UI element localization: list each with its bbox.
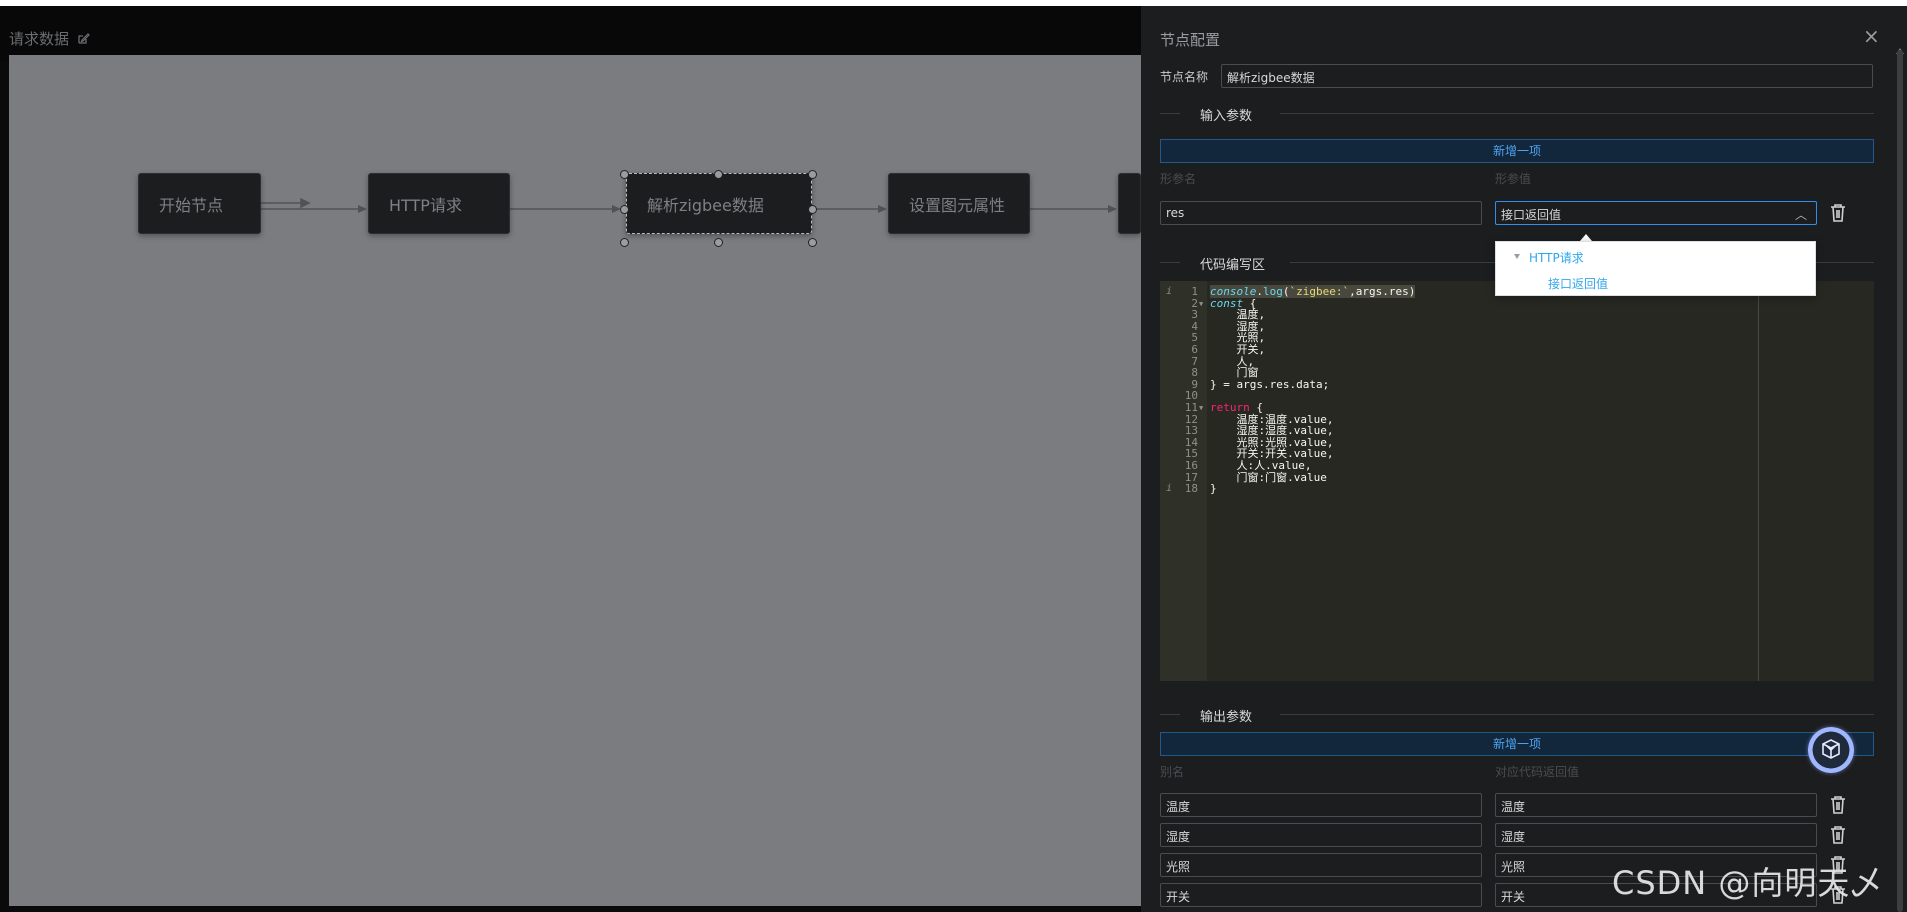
resize-handle[interactable] xyxy=(808,205,817,214)
resize-handle[interactable] xyxy=(808,170,817,179)
flow-node-label: 设置图元属性 xyxy=(909,195,1006,215)
add-output-param-button[interactable]: 新增一项 xyxy=(1160,732,1874,756)
output-alias-field[interactable]: 温度 xyxy=(1160,793,1482,817)
input-param-value-select[interactable]: 接口返回值 ︿ xyxy=(1495,201,1817,225)
resize-handle[interactable] xyxy=(808,238,817,247)
flow-node-start[interactable]: 开始节点 xyxy=(138,173,261,234)
output-return-field[interactable]: 湿度 xyxy=(1495,823,1817,847)
resize-handle[interactable] xyxy=(620,170,629,179)
watermark: CSDN @向明天乄 xyxy=(1612,864,1884,902)
node-name-input[interactable]: 解析zigbee数据 xyxy=(1221,64,1873,88)
input-param-name-field[interactable]: res xyxy=(1160,201,1482,225)
code-section-title: 代码编写区 xyxy=(1200,258,1266,273)
line-number: 18 xyxy=(1184,482,1198,496)
node-config-panel: 节点配置 × 节点名称 解析zigbee数据 输入参数 新增一项 形参名 形参值… xyxy=(1141,6,1893,912)
dropdown-group-http[interactable]: HTTP请求 xyxy=(1529,249,1584,266)
node-name-label: 节点名称 xyxy=(1160,70,1209,84)
code-text: } xyxy=(1210,482,1217,496)
input-params-section: 输入参数 xyxy=(1160,105,1874,124)
param-value-header: 形参值 xyxy=(1495,172,1532,186)
caret-down-icon xyxy=(1514,254,1520,259)
code-line[interactable]: i 18} xyxy=(1160,482,1874,496)
resize-handle[interactable] xyxy=(714,170,723,179)
flow-node-label: 开始节点 xyxy=(159,195,224,215)
code-editor[interactable]: i 1 console.log(`zigbee:`,args.res) 2 ▼ const… xyxy=(1160,281,1874,681)
resize-handle[interactable] xyxy=(620,205,629,214)
output-params-title: 输出参数 xyxy=(1200,710,1253,725)
flow-node-set-attributes[interactable]: 设置图元属性 xyxy=(888,173,1030,234)
delete-icon[interactable] xyxy=(1829,203,1847,223)
delete-icon[interactable] xyxy=(1829,795,1847,815)
flow-node-parse-zigbee[interactable]: 解析zigbee数据 xyxy=(626,173,812,234)
flow-node-http[interactable]: HTTP请求 xyxy=(368,173,510,234)
flow-node-label: 解析zigbee数据 xyxy=(647,195,764,215)
flow-connectors xyxy=(261,205,1117,213)
add-input-param-button[interactable]: 新增一项 xyxy=(1160,139,1874,163)
dropdown-pointer xyxy=(1580,234,1592,241)
edge-arrow xyxy=(358,205,367,213)
info-icon: i xyxy=(1166,483,1173,495)
delete-icon[interactable] xyxy=(1829,825,1847,845)
edge-arrow xyxy=(878,205,887,213)
output-alias-field[interactable]: 湿度 xyxy=(1160,823,1482,847)
output-alias-field[interactable]: 开关 xyxy=(1160,883,1482,907)
param-value-dropdown: HTTP请求 接口返回值 xyxy=(1495,241,1816,296)
return-value-header: 对应代码返回值 xyxy=(1495,765,1580,779)
close-icon[interactable]: × xyxy=(1863,26,1880,46)
select-value: 接口返回值 xyxy=(1501,208,1562,222)
assistant-robot-icon[interactable] xyxy=(1808,727,1854,773)
panel-scrollbar[interactable] xyxy=(1893,6,1907,912)
scroll-thumb[interactable] xyxy=(1897,50,1903,912)
resize-handle[interactable] xyxy=(620,238,629,247)
output-alias-field[interactable]: 光照 xyxy=(1160,853,1482,877)
alias-header: 别名 xyxy=(1160,765,1185,779)
dropdown-option-response[interactable]: 接口返回值 xyxy=(1548,275,1608,292)
panel-title: 节点配置 xyxy=(1160,31,1221,49)
flow-node-next[interactable] xyxy=(1118,173,1141,234)
edge-arrow xyxy=(1108,205,1117,213)
flow-node-label: HTTP请求 xyxy=(389,195,462,215)
input-params-title: 输入参数 xyxy=(1200,109,1253,124)
output-params-section: 输出参数 xyxy=(1160,706,1874,725)
param-name-header: 形参名 xyxy=(1160,172,1197,186)
chevron-up-icon: ︿ xyxy=(1794,208,1807,222)
resize-handle[interactable] xyxy=(714,238,723,247)
output-return-field[interactable]: 温度 xyxy=(1495,793,1817,817)
